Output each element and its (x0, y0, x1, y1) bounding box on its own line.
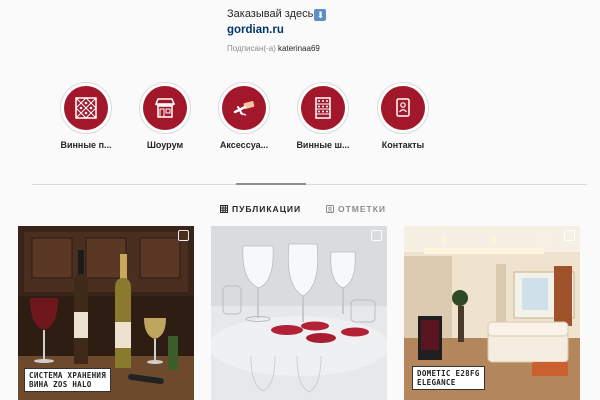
down-arrow-emoji-icon: ⬇ (314, 9, 327, 21)
post-tile[interactable] (211, 226, 387, 400)
tab-label: ОТМЕТКИ (338, 204, 387, 214)
highlight-wine-cabinets[interactable]: Винные ш... (281, 82, 365, 150)
storefront-icon (143, 86, 187, 130)
contact-card-icon (381, 86, 425, 130)
highlight-label: Контакты (381, 140, 425, 150)
wine-cabinet-icon (301, 86, 345, 130)
multiple-posts-icon (564, 230, 575, 241)
highlight-ring (218, 82, 270, 134)
active-tab-indicator (236, 183, 306, 185)
bio-text: Заказывай здесь (227, 8, 314, 20)
followed-by: Подписан(-а) katerinaa69 (227, 43, 326, 55)
post-caption-line: СИСТЕМА ХРАНЕНИЯ (29, 371, 107, 380)
highlight-ring (139, 82, 191, 134)
highlight-accessories[interactable]: Аксессуа... (202, 82, 286, 150)
tab-posts[interactable]: ПУБЛИКАЦИИ (220, 204, 301, 214)
corkscrew-icon (222, 86, 266, 130)
profile-bio: Заказывай здесь ⬇ gordian.ru Подписан(-а)… (227, 7, 327, 55)
profile-website-link[interactable]: gordian.ru (227, 22, 326, 39)
highlight-showroom[interactable]: Шоурум (123, 82, 207, 150)
post-tile[interactable]: DOMETIC E28FG ELEGANCE (404, 226, 580, 400)
tag-icon (326, 205, 334, 213)
post-caption-line: ELEGANCE (417, 378, 456, 387)
post-caption-line: DOMETIC E28FG (417, 369, 480, 378)
multiple-posts-icon (178, 230, 189, 241)
highlight-label: Шоурум (146, 140, 184, 150)
post-caption: DOMETIC E28FG ELEGANCE (412, 366, 485, 390)
highlight-label: Аксессуа... (219, 140, 269, 150)
tab-tagged[interactable]: ОТМЕТКИ (326, 204, 386, 214)
post-tile[interactable]: СИСТЕМА ХРАНЕНИЯ ВИНА ZOS HALO (18, 226, 194, 400)
highlight-label: Винные п... (60, 140, 112, 150)
multiple-posts-icon (371, 230, 382, 241)
followed-by-user-link[interactable]: katerinaa69 (278, 44, 320, 53)
profile-tabs: ПУБЛИКАЦИИ ОТМЕТКИ (0, 204, 600, 218)
wine-grid-icon (64, 86, 108, 130)
highlight-wine-storage[interactable]: Винные п... (44, 82, 128, 150)
highlight-ring (60, 82, 112, 134)
highlight-label: Винные ш... (296, 140, 350, 150)
highlight-ring (377, 82, 429, 134)
post-caption-line: ВИНА ZOS HALO (29, 380, 92, 389)
story-highlights: Винные п... Шоурум Аксессуа... Винные ш.… (0, 82, 600, 154)
highlight-ring (297, 82, 349, 134)
tab-label: ПУБЛИКАЦИИ (232, 204, 302, 214)
post-caption: СИСТЕМА ХРАНЕНИЯ ВИНА ZOS HALO (24, 368, 112, 392)
post-image-glassware (211, 226, 387, 400)
posts-grid: СИСТЕМА ХРАНЕНИЯ ВИНА ZOS HALO DOMETIC E… (18, 226, 580, 400)
grid-icon (220, 205, 228, 213)
tabs-divider (32, 184, 587, 185)
followed-by-prefix: Подписан(-а) (227, 44, 276, 53)
bio-text-line: Заказывай здесь ⬇ (227, 7, 327, 22)
highlight-contacts[interactable]: Контакты (361, 82, 445, 150)
